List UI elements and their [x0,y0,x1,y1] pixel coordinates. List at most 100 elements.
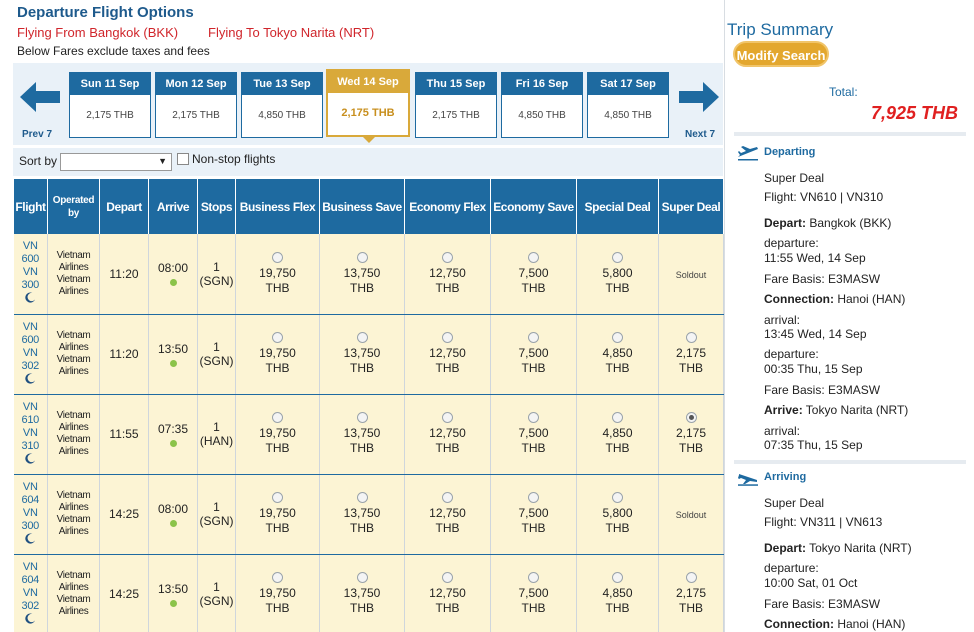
fare-cell[interactable]: 4,850 THB [576,394,659,475]
operated-by-cell: Vietnam Airlines Vietnam Airlines [47,234,100,315]
divider [734,460,966,464]
date-card-mon-12-sep[interactable]: Mon 12 Sep 2,175 THB [155,72,237,138]
fare-cell[interactable]: 12,750 THB [404,474,491,555]
fare-radio[interactable] [442,251,453,263]
fare-cell[interactable]: 13,750 THB [319,474,405,555]
flight-number-cell: VN 600 VN 300 [13,234,48,315]
fare-cell[interactable]: 4,850 THB [576,554,659,632]
fare-radio[interactable] [442,412,453,423]
fare-radio[interactable] [272,572,283,583]
fare-currency: THB [350,521,374,535]
total-label: Total: [829,85,858,99]
date-label: Tue 13 Sep [242,73,322,95]
operator-line: Airlines [58,582,89,593]
fare-radio[interactable] [272,492,283,503]
fare-currency: THB [265,280,290,295]
departing-arrival-time-1: 13:45 Wed, 14 Sep [764,327,867,341]
fare-radio[interactable] [442,572,453,583]
fare-radio[interactable] [612,251,623,263]
fare-radio[interactable] [528,492,539,503]
departing-arrival-label-2: arrival: [764,424,801,438]
fare-radio[interactable] [442,332,453,343]
fare-cell[interactable]: 12,750 THB [404,554,491,632]
fare-radio[interactable] [612,492,623,503]
fare-radio[interactable] [272,251,283,263]
fare-cell[interactable]: 7,500 THB [490,474,577,555]
nonstop-checkbox[interactable] [177,153,189,165]
fare-cell[interactable]: 2,175 THB [658,554,724,632]
page: Departure Flight Options Flying From Ban… [0,0,974,632]
fare-cell: Soldout [658,474,724,555]
fare-cell[interactable]: 13,750 THB [319,394,405,475]
fare-cell[interactable]: 4,850 THB [576,314,659,395]
arriving-fare-name: Super Deal [764,496,825,510]
fare-radio[interactable] [356,572,368,583]
fare-cell[interactable]: 5,800 THB [576,474,659,555]
fare-radio[interactable] [612,412,623,423]
fare-cell[interactable]: 7,500 THB [490,234,577,315]
fare-radio[interactable] [685,572,697,583]
fare-amount: 2,175 [675,426,707,440]
fare-radio[interactable] [528,572,539,583]
fare-cell[interactable]: 19,750 THB [235,314,320,395]
fare-radio[interactable] [272,332,283,343]
arriving-fare-basis: Fare Basis: E3MASW [764,597,881,611]
date-card-sat-17-sep[interactable]: Sat 17 Sep 4,850 THB [587,72,669,138]
fare-cell[interactable]: 2,175 THB [658,394,724,475]
trip-summary-title: Trip Summary [727,20,834,39]
date-card-wed-14-sep[interactable]: Wed 14 Sep 2,175 THB [326,69,410,143]
fare-cell[interactable]: 7,500 THB [490,394,577,475]
modify-search-button[interactable]: Modify Search [733,41,829,67]
arrive-time: 08:00 [157,261,189,276]
fare-radio[interactable] [528,332,539,343]
fare-cell[interactable]: 19,750 THB [235,234,320,315]
stops-count: 1 [213,420,220,434]
date-card-tue-13-sep[interactable]: Tue 13 Sep 4,850 THB [241,72,323,138]
fare-cell[interactable]: 12,750 THB [404,234,491,315]
fare-cell[interactable]: 19,750 THB [235,394,320,475]
fare-cell[interactable]: 19,750 THB [235,474,320,555]
fare-radio[interactable] [356,412,368,423]
fare-radio[interactable] [356,251,368,263]
arriving-connection: Connection: Hanoi (HAN) [764,617,905,631]
fare-radio[interactable] [442,492,453,503]
fare-cell[interactable]: 13,750 THB [319,314,405,395]
date-card-fri-16-sep[interactable]: Fri 16 Sep 4,850 THB [501,72,583,138]
operator-line: Airlines [58,261,89,273]
fare-amount: 19,750 [259,426,296,440]
flight-code: 600 [21,333,40,346]
sort-select[interactable]: ▼ [60,153,172,171]
fare-radio[interactable] [272,412,283,423]
fare-radio[interactable] [685,332,697,343]
fare-cell[interactable]: 12,750 THB [404,314,491,395]
fare-cell[interactable]: 12,750 THB [404,394,491,475]
depart-cell: 14:25 [99,474,149,555]
fare-cell[interactable]: 5,800 THB [576,234,659,315]
fare-radio[interactable] [528,412,539,423]
fare-currency: THB [521,441,546,455]
depart-cell: 14:25 [99,554,149,632]
fare-cell[interactable]: 7,500 THB [490,554,577,632]
fare-radio[interactable] [356,492,368,503]
fare-radio[interactable] [356,332,368,343]
arrow-left-icon[interactable] [18,80,62,114]
next-week-link[interactable]: Next 7 [685,129,715,140]
date-card-thu-15-sep[interactable]: Thu 15 Sep 2,175 THB [415,72,497,138]
arrow-right-icon[interactable] [677,80,721,114]
prev-week-link[interactable]: Prev 7 [22,129,52,140]
fare-cell[interactable]: 7,500 THB [490,314,577,395]
fare-cell[interactable]: 13,750 THB [319,234,405,315]
fare-radio[interactable] [612,332,623,343]
fare-radio[interactable] [612,572,623,583]
arriving-depart: Depart: Tokyo Narita (NRT) [764,541,912,555]
operated-by-cell: Vietnam Airlines Vietnam Airlines [47,554,100,632]
date-price: 2,175 THB [86,110,134,121]
flight-number-cell: VN 610 VN 310 [13,394,48,475]
fare-radio[interactable] [685,412,697,423]
fare-amount: 7,500 [518,426,549,440]
fare-cell[interactable]: 13,750 THB [319,554,405,632]
date-card-sun-11-sep[interactable]: Sun 11 Sep 2,175 THB [69,72,151,138]
fare-cell[interactable]: 19,750 THB [235,554,320,632]
fare-cell[interactable]: 2,175 THB [658,314,724,395]
fare-radio[interactable] [528,251,539,263]
